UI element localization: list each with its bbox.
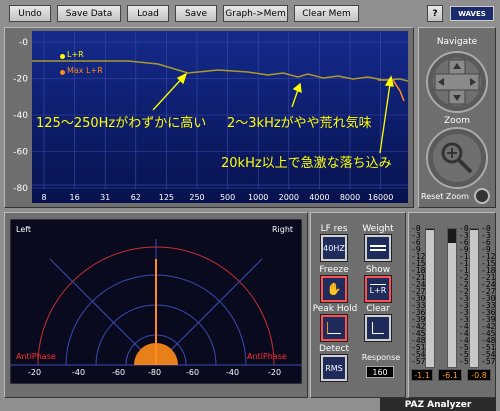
meter-scale-tick: -57 bbox=[411, 357, 426, 366]
x-tick-label: 16000 bbox=[368, 193, 393, 202]
weight-label: Weight bbox=[362, 224, 394, 234]
y-tick-label: -40 bbox=[13, 111, 28, 121]
lr-legend-label: L+R bbox=[67, 50, 84, 59]
left-label: Left bbox=[16, 225, 32, 234]
reset-zoom-button[interactable] bbox=[474, 188, 490, 204]
undo-button[interactable]: Undo bbox=[9, 5, 51, 22]
load-button[interactable]: Load bbox=[127, 5, 169, 22]
response-field[interactable]: 160 bbox=[366, 366, 394, 378]
y-tick-label: -0 bbox=[19, 38, 28, 48]
y-tick-label: -60 bbox=[13, 148, 28, 158]
detect-button[interactable]: RMS bbox=[320, 354, 348, 382]
antiphase-right-label: AntiPhase bbox=[247, 352, 287, 361]
stereo-scale-tick: -20 bbox=[28, 368, 42, 377]
show-value: L+R bbox=[369, 283, 387, 295]
freeze-button[interactable]: ✋ bbox=[320, 275, 348, 303]
meter-left-value: -1.1 bbox=[411, 369, 433, 381]
stereo-scale-tick: -40 bbox=[72, 368, 86, 377]
meter-scale-tick: -57 bbox=[481, 357, 496, 366]
lr-legend-dot bbox=[60, 54, 65, 59]
weight-icon bbox=[370, 245, 386, 251]
stereo-scale-tick: -40 bbox=[226, 368, 240, 377]
stereo-scale: -20 -40 -60 -80 -60 -40 -20 bbox=[10, 368, 302, 380]
freeze-label: Freeze bbox=[319, 265, 349, 275]
zoom-pad[interactable] bbox=[425, 126, 489, 190]
zoom-label: Zoom bbox=[444, 116, 470, 126]
peak-hold-icon bbox=[327, 322, 341, 334]
annotation-mid: 2～3kHzがやや荒れ気味 bbox=[227, 116, 372, 131]
save-button[interactable]: Save bbox=[175, 5, 217, 22]
antiphase-left-label: AntiPhase bbox=[16, 352, 56, 361]
x-tick-label: 8000 bbox=[340, 193, 360, 202]
peak-hold-button[interactable] bbox=[320, 314, 348, 342]
stereo-scale-tick: -20 bbox=[268, 368, 282, 377]
hand-icon: ✋ bbox=[326, 282, 342, 296]
lf-res-button[interactable]: 40HZ bbox=[320, 234, 348, 262]
response-label: Response bbox=[361, 353, 401, 362]
weight-button[interactable] bbox=[364, 234, 392, 262]
response-value: 160 bbox=[372, 367, 388, 377]
clear-icon bbox=[372, 322, 384, 334]
meter-center-value: -6.1 bbox=[438, 369, 462, 381]
x-tick-label: 4000 bbox=[309, 193, 329, 202]
navigate-label: Navigate bbox=[436, 37, 478, 47]
meter-center bbox=[447, 228, 457, 368]
x-tick-label: 250 bbox=[189, 193, 204, 202]
max-legend-dot bbox=[60, 70, 65, 75]
clear-button[interactable] bbox=[364, 314, 392, 342]
save-data-button[interactable]: Save Data bbox=[57, 5, 121, 22]
waves-logo-text: WAVES bbox=[458, 9, 486, 18]
x-tick-label: 16 bbox=[70, 193, 80, 202]
lf-res-label: LF res bbox=[320, 224, 348, 234]
footer-title: PAZ Analyzer bbox=[380, 398, 496, 411]
clear-mem-button[interactable]: Clear Mem bbox=[294, 5, 359, 22]
show-button[interactable]: L+R bbox=[364, 275, 392, 303]
x-tick-label: 125 bbox=[159, 193, 174, 202]
x-tick-label: 62 bbox=[131, 193, 141, 202]
meter-right-value: -0.8 bbox=[467, 369, 491, 381]
x-tick-label: 1000 bbox=[248, 193, 268, 202]
right-label: Right bbox=[272, 225, 294, 234]
annotation-high: 20kHz以上で急激な落ち込み bbox=[221, 156, 392, 171]
navigate-pad[interactable] bbox=[425, 50, 489, 114]
meter-left bbox=[425, 228, 435, 368]
detect-label: Detect bbox=[318, 344, 349, 354]
waves-logo: WAVES bbox=[450, 6, 494, 21]
x-tick-label: 2000 bbox=[279, 193, 299, 202]
y-tick-label: -20 bbox=[13, 75, 28, 85]
graph-to-mem-button[interactable]: Graph->Mem bbox=[223, 5, 288, 22]
x-tick-label: 8 bbox=[41, 193, 46, 202]
show-label: Show bbox=[365, 265, 391, 275]
x-tick-label: 500 bbox=[220, 193, 235, 202]
peak-hold-label: Peak Hold bbox=[312, 304, 358, 314]
x-tick-label: 31 bbox=[100, 193, 110, 202]
lf-res-value: 40HZ bbox=[323, 243, 345, 253]
y-tick-label: -80 bbox=[13, 184, 28, 194]
help-button[interactable]: ? bbox=[427, 5, 443, 22]
max-legend-label: Max L+R bbox=[67, 66, 103, 75]
meter-right bbox=[469, 228, 479, 368]
stereo-scale-tick: -60 bbox=[186, 368, 200, 377]
reset-zoom-label: Reset Zoom bbox=[421, 192, 469, 201]
annotation-low: 125～250Hzがわずかに高い bbox=[36, 116, 207, 131]
clear-label: Clear bbox=[366, 304, 390, 314]
stereo-scale-tick: -80 bbox=[148, 368, 162, 377]
stereo-scale-tick: -60 bbox=[112, 368, 126, 377]
detect-value: RMS bbox=[325, 363, 343, 373]
